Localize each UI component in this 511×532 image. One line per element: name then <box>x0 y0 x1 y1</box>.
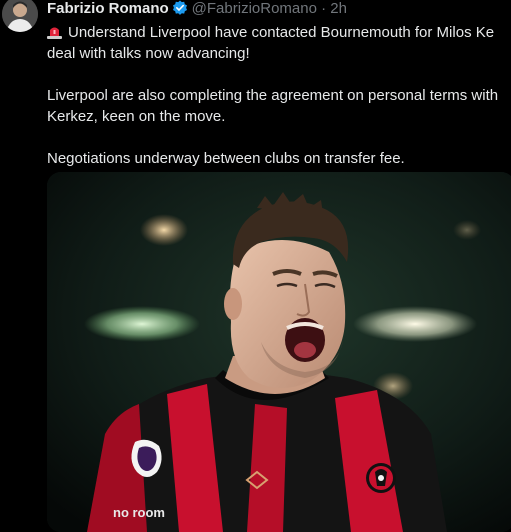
author-avatar[interactable] <box>2 0 38 32</box>
tweet-paragraph: Liverpool are also completing the agreem… <box>47 85 511 127</box>
player-celebration-photo: no room <box>47 172 511 532</box>
tweet-paragraph: Understand Liverpool have contacted Bour… <box>47 22 511 64</box>
author-handle[interactable]: @FabrizioRomano <box>192 0 317 17</box>
rotating-light-icon <box>47 24 62 39</box>
tweet-text: Understand Liverpool have contacted Bour… <box>47 22 511 190</box>
tweet-text-line: Understand Liverpool have contacted Bour… <box>68 24 495 41</box>
bournemouth-crest <box>366 463 396 493</box>
tweet-timestamp[interactable]: 2h <box>330 0 347 17</box>
kit-sponsor-text: no room <box>113 505 165 520</box>
tweet-line: Kerkez, keen on the move. <box>47 108 226 125</box>
tweet-paragraph: Negotiations underway between clubs on t… <box>47 148 511 169</box>
tweet-header: Fabrizio Romano @FabrizioRomano · 2h <box>47 0 347 18</box>
tweet-line: Negotiations underway between clubs on t… <box>47 150 405 167</box>
tweet[interactable]: Fabrizio Romano @FabrizioRomano · 2h Und… <box>0 0 511 532</box>
author-name[interactable]: Fabrizio Romano <box>47 0 169 17</box>
header-separator: · <box>321 0 327 17</box>
tweet-line: Liverpool are also completing the agreem… <box>47 87 499 104</box>
tweet-media-photo[interactable]: no room <box>47 172 511 532</box>
verified-badge-icon <box>172 0 188 21</box>
avatar-image <box>2 0 38 32</box>
tweet-line: Understand Liverpool have contacted Bour… <box>47 22 511 43</box>
tweet-line: deal with talks now advancing! <box>47 45 250 62</box>
